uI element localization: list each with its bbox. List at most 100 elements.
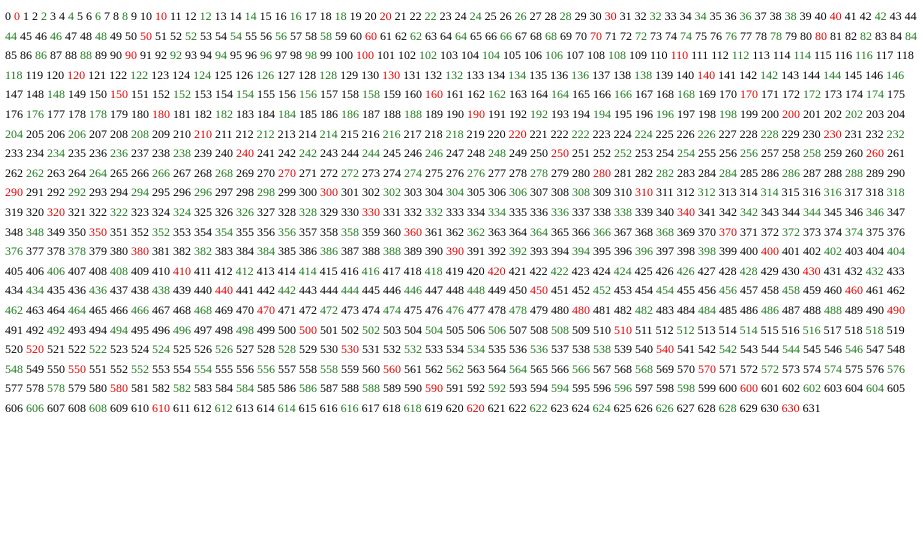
number: 109 xyxy=(629,48,647,63)
number: 242 xyxy=(278,146,296,161)
number-green: 596 xyxy=(614,381,632,396)
number-green: 164 xyxy=(551,87,569,102)
number: 440 xyxy=(194,283,212,298)
number: 617 xyxy=(361,400,380,415)
number-green: 578 xyxy=(47,381,65,396)
number: 30 xyxy=(589,9,602,23)
number-green: 454 xyxy=(656,283,674,298)
number: 174 xyxy=(845,87,863,102)
number: 125 xyxy=(214,67,233,82)
number-red: 190 xyxy=(467,106,485,121)
number: 279 xyxy=(551,165,569,180)
number: 151 xyxy=(131,87,149,102)
number: 91 xyxy=(140,48,152,63)
number-green: 298 xyxy=(257,185,275,200)
number: 424 xyxy=(592,263,611,278)
number-green: 288 xyxy=(845,165,863,180)
number: 294 xyxy=(110,185,128,200)
number-red: 30 xyxy=(604,9,617,23)
number: 627 xyxy=(676,400,695,415)
number: 626 xyxy=(634,400,653,415)
number: 25 xyxy=(484,9,497,23)
number: 370 xyxy=(698,224,716,239)
number: 580 xyxy=(89,381,107,396)
number-green: 564 xyxy=(509,361,527,376)
number: 573 xyxy=(782,361,800,376)
number-green: 226 xyxy=(697,126,716,141)
number-green: 326 xyxy=(236,204,254,219)
number: 258 xyxy=(782,146,800,161)
number-red: 550 xyxy=(68,361,86,376)
number: 28 xyxy=(544,9,557,23)
number-green: 434 xyxy=(26,283,44,298)
number: 553 xyxy=(152,361,170,376)
number-green: 606 xyxy=(26,400,44,415)
number: 191 xyxy=(488,106,506,121)
number: 500 xyxy=(278,322,296,337)
number-green: 278 xyxy=(530,165,548,180)
number-green: 452 xyxy=(593,283,611,298)
number: 504 xyxy=(404,322,422,337)
number: 15 xyxy=(259,9,272,23)
number-red: 510 xyxy=(614,322,632,337)
number-green: 256 xyxy=(740,146,758,161)
number-green: 528 xyxy=(278,342,296,357)
number: 81 xyxy=(830,28,842,43)
number-green: 258 xyxy=(803,146,821,161)
number-red: 100 xyxy=(356,48,374,63)
number: 450 xyxy=(509,283,527,298)
number: 597 xyxy=(635,381,653,396)
number: 546 xyxy=(824,342,842,357)
number: 435 xyxy=(47,283,65,298)
number: 197 xyxy=(677,106,695,121)
number-red: 260 xyxy=(866,146,884,161)
number: 564 xyxy=(488,361,506,376)
number: 591 xyxy=(446,381,464,396)
number: 290 xyxy=(887,165,905,180)
number-green: 246 xyxy=(425,146,443,161)
number-green: 98 xyxy=(305,48,317,63)
number: 116 xyxy=(834,48,853,63)
number-red: 390 xyxy=(446,244,464,259)
number-green: 182 xyxy=(215,106,233,121)
number: 469 xyxy=(215,302,233,317)
number: 44 xyxy=(904,9,917,23)
number: 395 xyxy=(593,244,611,259)
number-red: 120 xyxy=(67,67,86,82)
number: 628 xyxy=(697,400,716,415)
number: 417 xyxy=(382,263,401,278)
number-green: 438 xyxy=(152,283,170,298)
number: 12 xyxy=(184,9,197,23)
number-green: 128 xyxy=(319,67,338,82)
number: 527 xyxy=(236,342,254,357)
number: 205 xyxy=(26,126,44,141)
number: 282 xyxy=(635,165,653,180)
number: 539 xyxy=(614,342,632,357)
number: 611 xyxy=(173,400,191,415)
number-green: 104 xyxy=(482,48,500,63)
number-red: 400 xyxy=(761,244,779,259)
number: 585 xyxy=(257,381,275,396)
number-green: 622 xyxy=(529,400,548,415)
number: 43 xyxy=(889,9,902,23)
number: 452 xyxy=(572,283,590,298)
number: 195 xyxy=(614,106,632,121)
number-green: 354 xyxy=(215,224,233,239)
number: 168 xyxy=(656,87,674,102)
number-green: 414 xyxy=(298,263,317,278)
number-green: 328 xyxy=(299,204,317,219)
number-green: 502 xyxy=(362,322,380,337)
number: 24 xyxy=(454,9,467,23)
number: 420 xyxy=(466,263,485,278)
number: 135 xyxy=(529,67,548,82)
number: 544 xyxy=(761,342,779,357)
number-green: 498 xyxy=(236,322,254,337)
number: 143 xyxy=(781,67,800,82)
number: 298 xyxy=(236,185,254,200)
number: 105 xyxy=(503,48,521,63)
number-red: 520 xyxy=(26,342,44,357)
number: 470 xyxy=(236,302,254,317)
number: 196 xyxy=(635,106,653,121)
number: 231 xyxy=(844,126,863,141)
number: 336 xyxy=(530,204,548,219)
